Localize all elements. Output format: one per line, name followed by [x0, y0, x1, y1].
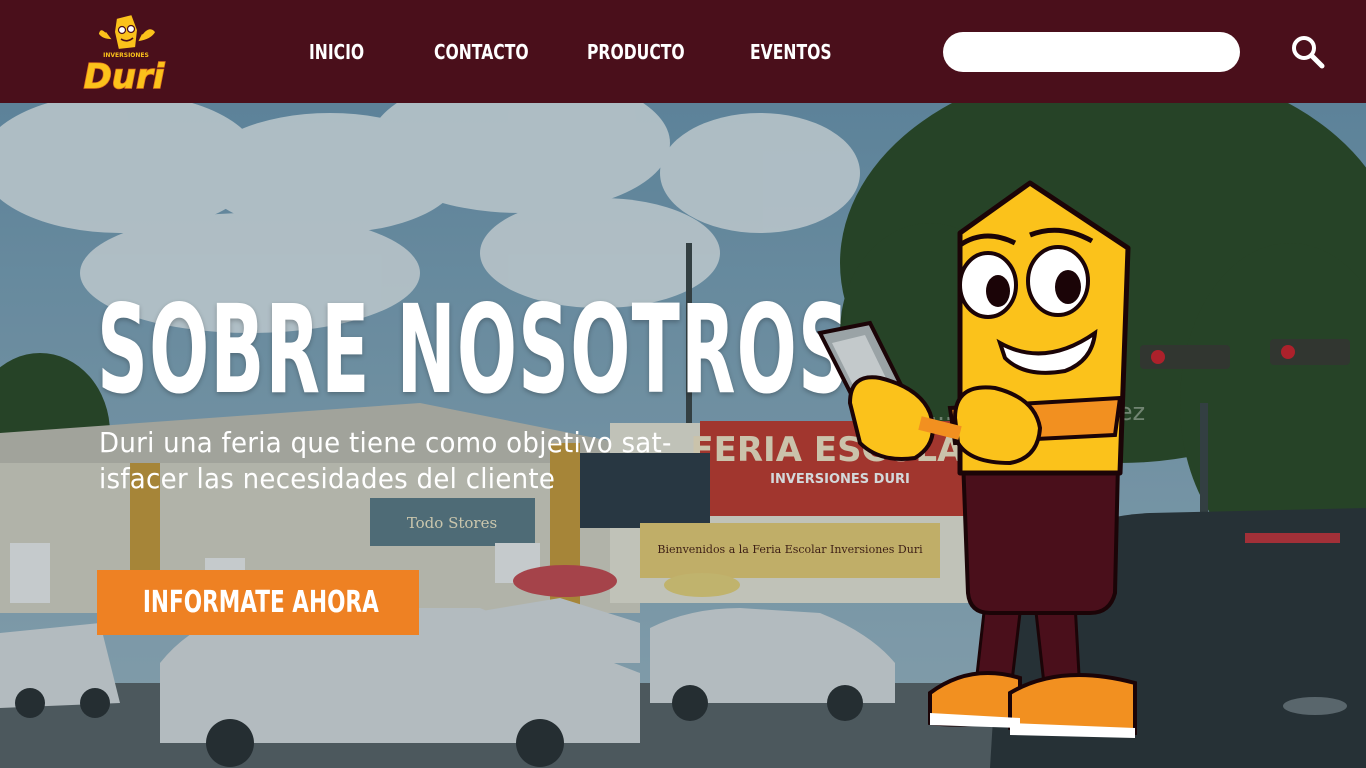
hero-section: Todo Stores FERIA ESCOLAR INVERSIONES DU…	[0, 103, 1366, 768]
nav-inicio[interactable]: INICIO	[309, 40, 364, 70]
informate-ahora-button[interactable]: INFORMATE AHORA	[97, 570, 419, 635]
cta-label: INFORMATE AHORA	[142, 585, 379, 620]
hero-description: Duri una feria que tiene como objetivo s…	[99, 426, 672, 495]
search-input[interactable]	[943, 32, 1240, 72]
nav-eventos[interactable]: EVENTOS	[750, 40, 832, 70]
logo-main-text: Duri	[84, 57, 166, 94]
hero-title: SOBRE NOSOTROS	[97, 279, 851, 421]
duri-logo[interactable]: INVERSIONES Duri	[76, 10, 172, 94]
duri-mascot-illustration	[817, 180, 1137, 738]
search-icon[interactable]	[1290, 34, 1326, 70]
nav-producto[interactable]: PRODUCTO	[587, 40, 685, 70]
nav-contacto[interactable]: CONTACTO	[434, 40, 529, 70]
site-header: INVERSIONES Duri INICIO CONTACTO PRODUCT…	[0, 0, 1366, 103]
